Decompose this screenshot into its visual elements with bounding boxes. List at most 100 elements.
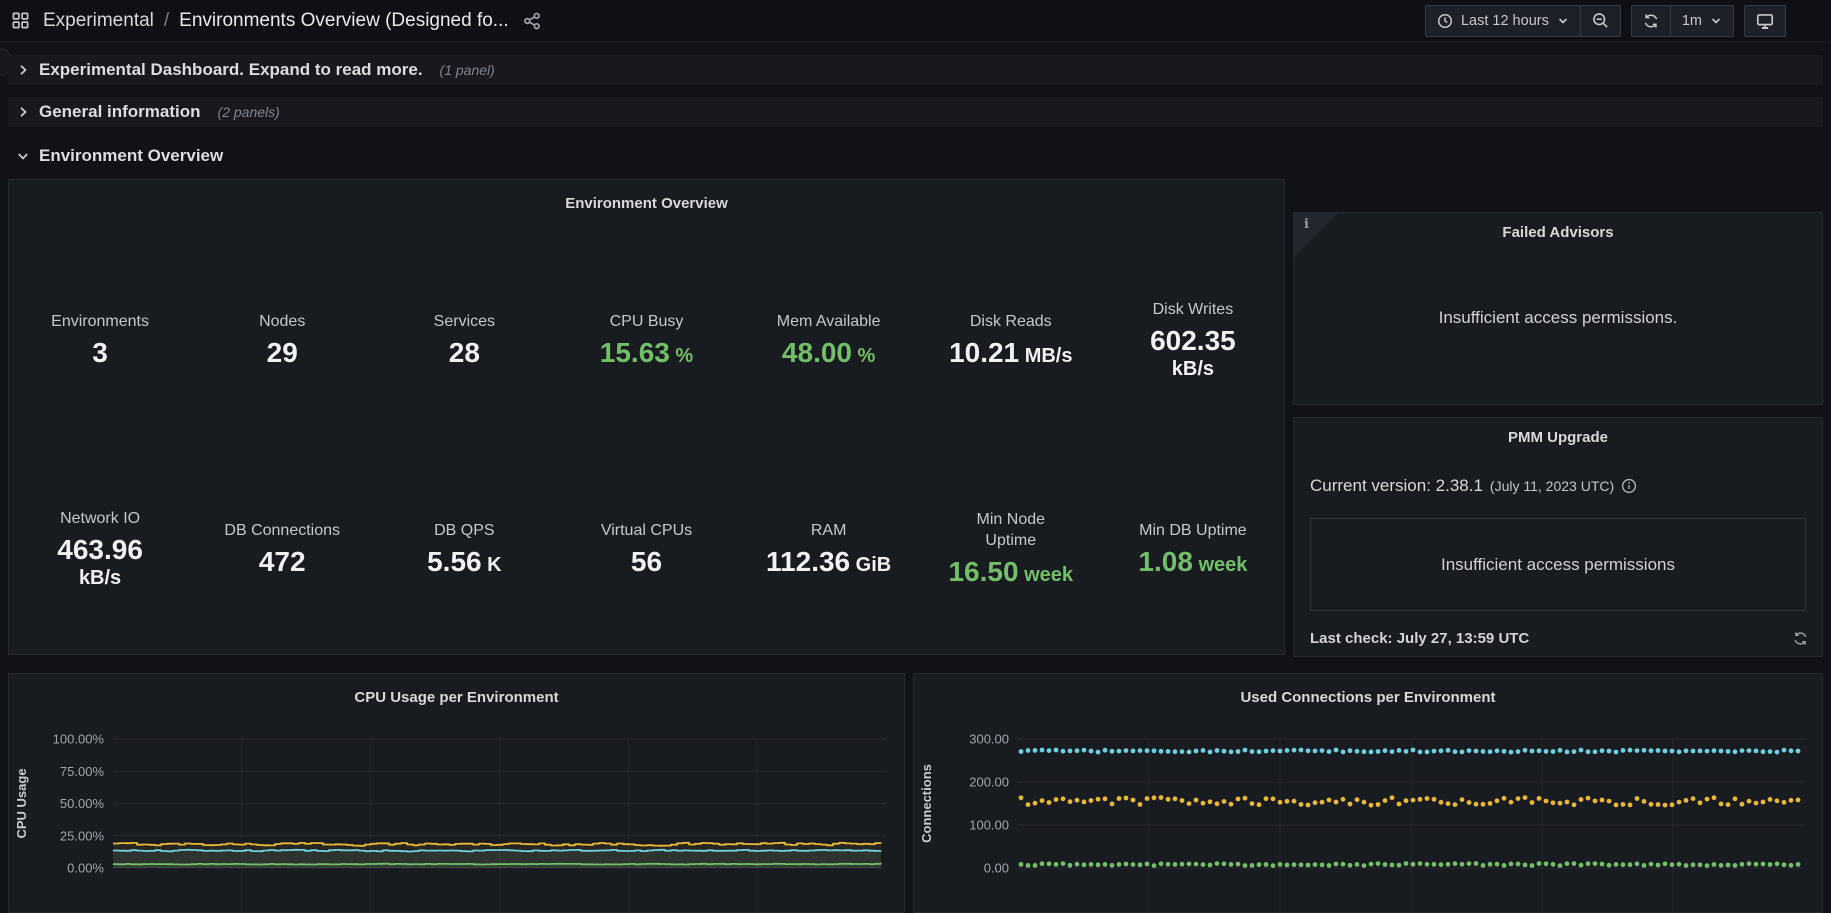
stat-value: 3 (92, 336, 108, 370)
pmm-upgrade-message-box: Insufficient access permissions (1310, 518, 1806, 611)
row-title: Environment Overview (39, 146, 223, 166)
zoom-out-button[interactable] (1580, 5, 1621, 37)
svg-text:0.00%: 0.00% (67, 861, 104, 876)
row-title: General information (39, 102, 201, 122)
time-range-picker[interactable]: Last 12 hours (1425, 5, 1581, 37)
breadcrumb-page: Environments Overview (Designed fo... (179, 10, 508, 32)
pmm-last-check: Last check: July 27, 13:59 UTC (1310, 630, 1529, 647)
stat-label: Virtual CPUs (601, 521, 692, 542)
svg-text:50.00%: 50.00% (60, 796, 105, 811)
clock-icon (1437, 13, 1453, 29)
used-connections-chart[interactable]: 300.00200.00100.000.00Connections (914, 710, 1822, 912)
stat-label: Nodes (259, 312, 305, 333)
stat-label: Min DB Uptime (1139, 521, 1247, 542)
svg-text:75.00%: 75.00% (60, 764, 105, 779)
panel-title[interactable]: CPU Usage per Environment (9, 674, 904, 710)
stats-grid: Environments 3 Nodes 29 Services 28 CPU … (9, 216, 1284, 654)
failed-advisors-panel: i Failed Advisors Insufficient access pe… (1293, 212, 1823, 405)
stat-label: Services (434, 312, 495, 333)
stat-label: Disk Writes (1153, 300, 1234, 321)
pmm-current-version: Current version: 2.38.1 (1310, 476, 1483, 496)
stat-panel: Disk Writes 602.35kB/s (1102, 236, 1284, 445)
stat-panel: Min DB Uptime 1.08 week (1102, 445, 1284, 654)
stat-panel: Services 28 (373, 236, 555, 445)
sync-icon[interactable] (1793, 631, 1808, 646)
svg-text:200.00: 200.00 (969, 775, 1009, 790)
time-range-label: Last 12 hours (1461, 13, 1549, 29)
stat-value: 28 (449, 336, 480, 370)
stat-value: 15.63 % (600, 336, 693, 370)
stat-panel: DB Connections 472 (191, 445, 373, 654)
stat-value: 463.96kB/s (57, 533, 143, 591)
stat-value: 16.50 week (948, 555, 1073, 589)
top-nav: Experimental / Environments Overview (De… (0, 0, 1831, 42)
stat-label: CPU Busy (610, 312, 684, 333)
row-experimental-dashboard[interactable]: Experimental Dashboard. Expand to read m… (8, 55, 1823, 85)
zoom-out-icon (1592, 12, 1609, 29)
stat-panel: CPU Busy 15.63 % (555, 236, 737, 445)
stat-label: Mem Available (777, 312, 881, 333)
share-icon[interactable] (523, 12, 541, 30)
stat-value: 602.35kB/s (1150, 324, 1236, 382)
pmm-upgrade-message: Insufficient access permissions (1441, 555, 1675, 575)
breadcrumb-separator: / (164, 10, 169, 32)
stat-panel: RAM 112.36 GiB (738, 445, 920, 654)
cpu-usage-panel: CPU Usage per Environment 100.00% 75.00% 5… (8, 673, 905, 913)
pmm-version-line: Current version: 2.38.1 (July 11, 2023 U… (1310, 476, 1637, 496)
chevron-right-icon (16, 105, 30, 119)
stat-label: Min Node Uptime (977, 510, 1045, 552)
row-panel-count: (2 panels) (218, 104, 280, 120)
stat-value: 56 (631, 545, 662, 579)
panel-title[interactable]: PMM Upgrade (1294, 418, 1822, 450)
stats-row-2: Network IO 463.96kB/s DB Connections 472… (9, 445, 1284, 654)
row-panel-count: (1 panel) (440, 62, 495, 78)
stat-panel: Virtual CPUs 56 (555, 445, 737, 654)
cpu-usage-chart[interactable]: 100.00%75.00%50.00%25.00%0.00%CPU Usage (9, 710, 904, 912)
pmm-upgrade-panel: PMM Upgrade Current version: 2.38.1 (Jul… (1293, 417, 1823, 657)
stat-value: 5.56 K (427, 545, 502, 579)
refresh-interval-picker[interactable]: 1m (1670, 5, 1734, 37)
svg-text:300.00: 300.00 (969, 732, 1009, 747)
stat-panel: Environments 3 (9, 236, 191, 445)
failed-advisors-body: Insufficient access permissions. (1294, 245, 1822, 390)
info-circle-icon[interactable] (1621, 478, 1637, 494)
row-title: Experimental Dashboard. Expand to read m… (39, 60, 423, 80)
svg-text:100.00%: 100.00% (53, 732, 105, 747)
stats-row-1: Environments 3 Nodes 29 Services 28 CPU … (9, 236, 1284, 445)
svg-text:Connections: Connections (919, 764, 934, 843)
cpu-usage-chart-svg[interactable]: 100.00%75.00%50.00%25.00%0.00%CPU Usage (9, 710, 904, 913)
stat-label: Network IO (60, 509, 140, 530)
stat-value: 472 (259, 545, 306, 579)
refresh-interval-label: 1m (1682, 13, 1702, 29)
pmm-version-date: (July 11, 2023 UTC) (1490, 478, 1614, 494)
breadcrumb-app[interactable]: Experimental (43, 10, 154, 32)
panel-title[interactable]: Used Connections per Environment (914, 674, 1822, 710)
stat-panel: Mem Available 48.00 % (738, 236, 920, 445)
panel-title[interactable]: Failed Advisors (1294, 213, 1822, 245)
panel-title[interactable]: Environment Overview (9, 180, 1284, 216)
refresh-button[interactable] (1631, 5, 1671, 37)
info-icon: i (1304, 217, 1309, 232)
chevron-down-icon (16, 149, 30, 163)
refresh-icon (1643, 13, 1659, 29)
stat-panel: Disk Reads 10.21 MB/s (920, 236, 1102, 445)
stat-panel: Nodes 29 (191, 236, 373, 445)
monitor-icon (1756, 12, 1774, 30)
row-environment-overview[interactable]: Environment Overview (8, 141, 1823, 171)
row-general-information[interactable]: General information (2 panels) (8, 97, 1823, 127)
stat-panel: Min Node Uptime 16.50 week (920, 445, 1102, 654)
svg-text:0.00: 0.00 (984, 861, 1009, 876)
chevron-down-icon (1557, 15, 1569, 27)
stat-label: RAM (811, 521, 847, 542)
chevron-down-icon (1710, 15, 1722, 27)
environment-overview-panel: Environment Overview Environments 3 Node… (8, 179, 1285, 655)
stat-panel: DB QPS 5.56 K (373, 445, 555, 654)
stat-value: 29 (267, 336, 298, 370)
used-connections-panel: Used Connections per Environment 300.00 2… (913, 673, 1823, 913)
apps-grid-icon[interactable] (12, 12, 29, 29)
svg-text:25.00%: 25.00% (60, 828, 105, 843)
stat-value: 48.00 % (782, 336, 875, 370)
kiosk-mode-button[interactable] (1744, 5, 1786, 37)
stat-value: 1.08 week (1138, 545, 1247, 579)
used-connections-chart-svg[interactable]: 300.00200.00100.000.00Connections (914, 710, 1822, 913)
